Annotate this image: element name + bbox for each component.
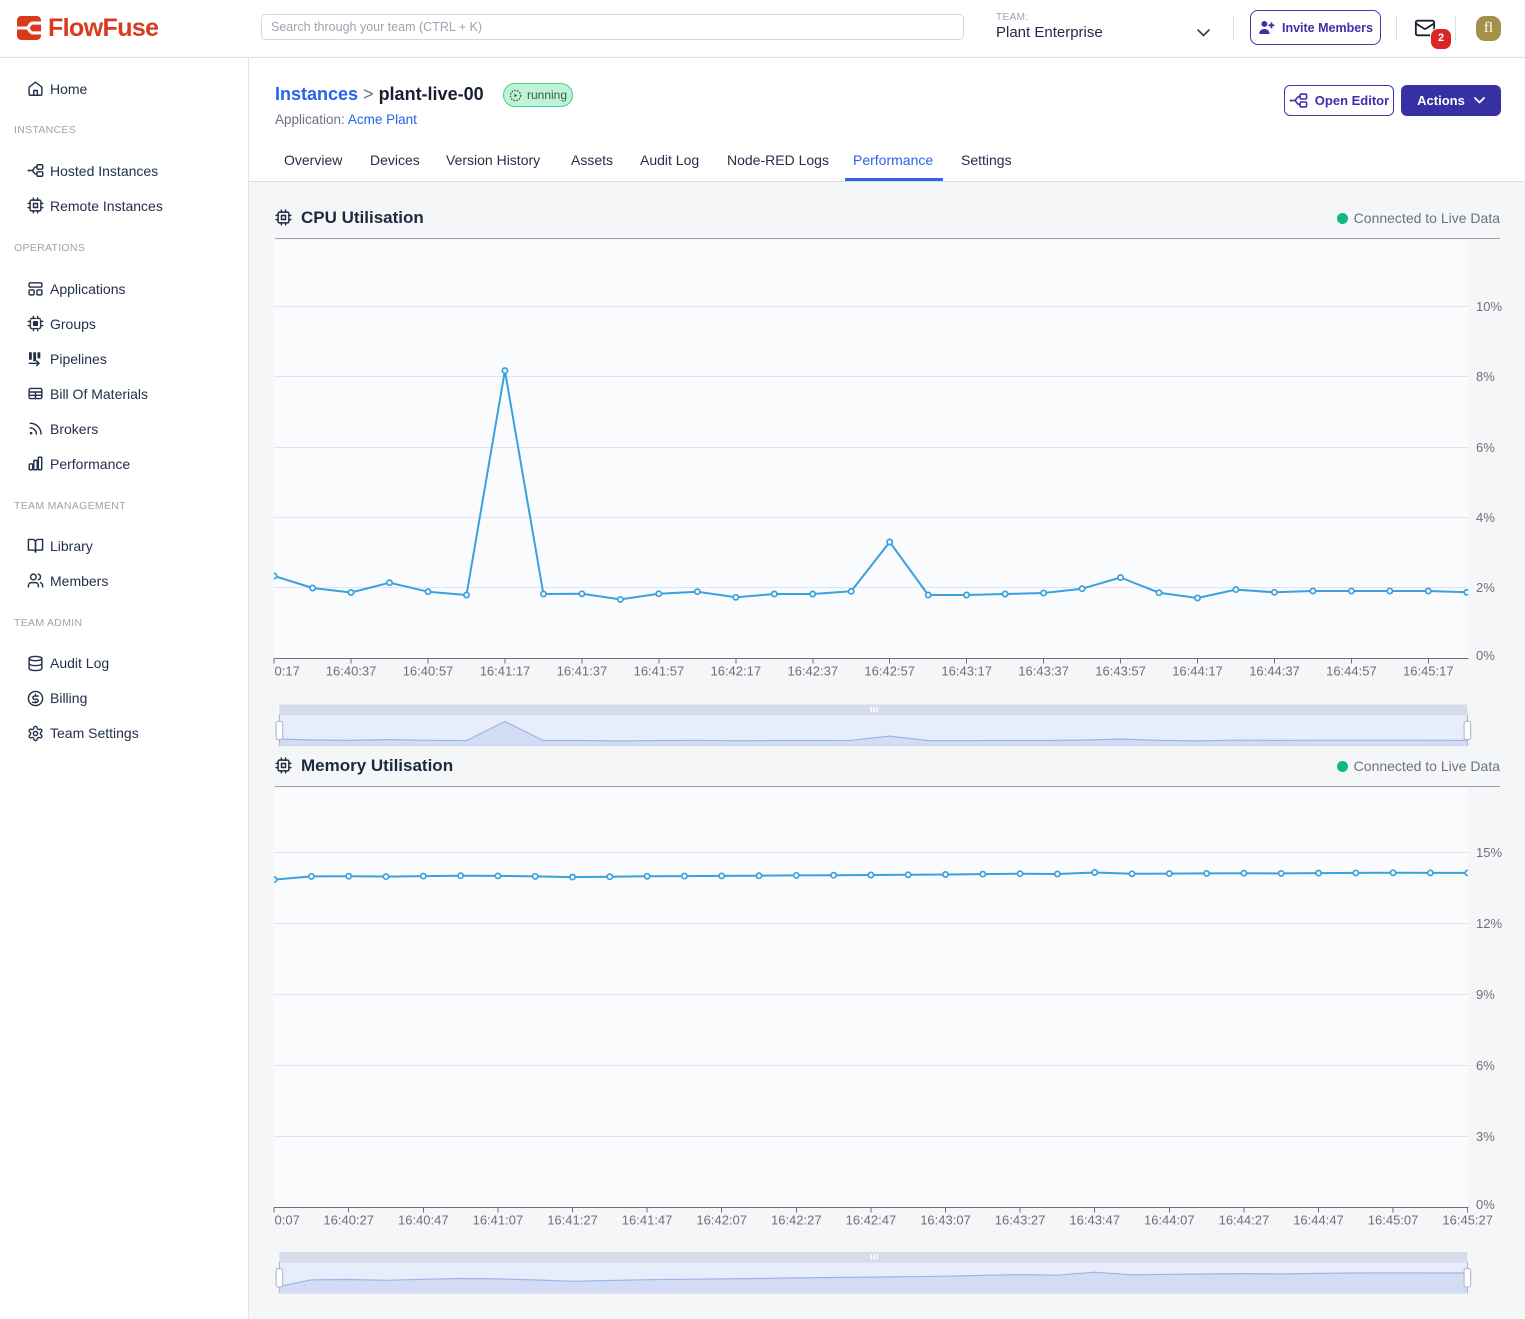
svg-text:16:42:47: 16:42:47: [846, 1213, 897, 1228]
svg-text:16:41:07: 16:41:07: [473, 1213, 524, 1228]
svg-text:10%: 10%: [1476, 299, 1502, 314]
svg-text:16:45:07: 16:45:07: [1368, 1213, 1419, 1228]
svg-text:16:43:47: 16:43:47: [1069, 1213, 1120, 1228]
svg-text:16:43:37: 16:43:37: [1018, 664, 1069, 679]
svg-text:16:45:27: 16:45:27: [1442, 1213, 1493, 1228]
svg-text:0%: 0%: [1476, 648, 1495, 663]
svg-text:16:42:27: 16:42:27: [771, 1213, 822, 1228]
svg-text:12%: 12%: [1476, 916, 1502, 931]
svg-text:16:41:37: 16:41:37: [557, 664, 608, 679]
svg-text:16:41:27: 16:41:27: [547, 1213, 598, 1228]
svg-text:16:41:57: 16:41:57: [634, 664, 685, 679]
svg-text:3%: 3%: [1476, 1129, 1495, 1144]
svg-text:0%: 0%: [1476, 1197, 1495, 1212]
svg-text:16:40:27: 16:40:27: [323, 1213, 374, 1228]
svg-text:16:42:57: 16:42:57: [864, 664, 915, 679]
svg-text:16:42:37: 16:42:37: [787, 664, 838, 679]
svg-text:16:44:27: 16:44:27: [1219, 1213, 1270, 1228]
svg-text:9%: 9%: [1476, 987, 1495, 1002]
svg-text:16:43:57: 16:43:57: [1095, 664, 1146, 679]
svg-text:16:44:17: 16:44:17: [1172, 664, 1223, 679]
svg-text:16:43:17: 16:43:17: [941, 664, 992, 679]
svg-text:2%: 2%: [1476, 580, 1495, 595]
svg-text:16:43:07: 16:43:07: [920, 1213, 971, 1228]
svg-text:8%: 8%: [1476, 369, 1495, 384]
svg-text:6%: 6%: [1476, 440, 1495, 455]
svg-text:16:40:37: 16:40:37: [326, 664, 377, 679]
svg-text:16:44:57: 16:44:57: [1326, 664, 1377, 679]
svg-text:6%: 6%: [1476, 1058, 1495, 1073]
svg-text:0:07: 0:07: [275, 1213, 300, 1228]
svg-text:16:45:17: 16:45:17: [1403, 664, 1454, 679]
svg-text:4%: 4%: [1476, 510, 1495, 525]
svg-text:16:43:27: 16:43:27: [995, 1213, 1046, 1228]
svg-text:0:17: 0:17: [275, 664, 300, 679]
svg-text:16:42:07: 16:42:07: [696, 1213, 747, 1228]
svg-text:16:44:47: 16:44:47: [1293, 1213, 1344, 1228]
svg-text:16:42:17: 16:42:17: [710, 664, 761, 679]
svg-text:16:41:17: 16:41:17: [480, 664, 531, 679]
svg-text:16:44:07: 16:44:07: [1144, 1213, 1195, 1228]
svg-text:16:44:37: 16:44:37: [1249, 664, 1300, 679]
svg-text:16:40:47: 16:40:47: [398, 1213, 449, 1228]
svg-text:16:41:47: 16:41:47: [622, 1213, 673, 1228]
svg-text:15%: 15%: [1476, 845, 1502, 860]
svg-text:16:40:57: 16:40:57: [403, 664, 454, 679]
